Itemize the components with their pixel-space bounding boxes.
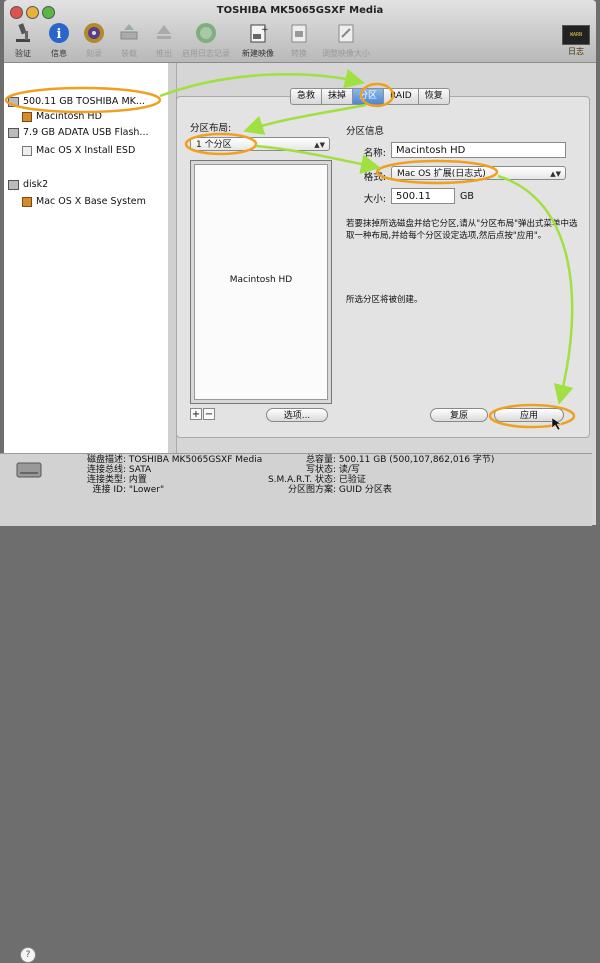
options-button[interactable]: 选项... — [266, 408, 328, 422]
sidebar-item-disk2[interactable]: disk2 — [8, 178, 48, 192]
sidebar-item-adata-usb[interactable]: 7.9 GB ADATA USB Flash... — [8, 126, 149, 140]
window-title: TOSHIBA MK5065GSXF Media — [216, 5, 384, 16]
toolbar-log[interactable]: WARN 9:20 日志 — [559, 22, 593, 60]
toolbar-eject[interactable]: 推出 — [147, 22, 181, 60]
sidebar-item-label: disk2 — [23, 179, 49, 190]
popup-arrows-icon: ▲▼ — [550, 170, 561, 178]
sidebar: 500.11 GB TOSHIBA MK... Macintosh HD 7.9… — [4, 63, 169, 453]
toolbar-label: 推出 — [156, 49, 172, 58]
toolbar-verify[interactable]: 验证 — [6, 22, 40, 60]
sidebar-item-label: 500.11 GB TOSHIBA MK... — [23, 96, 145, 107]
popup-arrows-icon: ▲▼ — [314, 141, 325, 149]
name-label: 名称: — [363, 148, 386, 159]
size-label: 大小: — [363, 194, 386, 205]
toolbar-label: 新建映像 — [242, 49, 274, 58]
info-row: 写状态: 读/写 — [305, 465, 360, 475]
new-image-icon: + — [250, 24, 269, 43]
tab-raid[interactable]: RAID — [384, 88, 419, 105]
remove-partition-button[interactable]: − — [203, 408, 215, 420]
sidebar-item-label: Macintosh HD — [36, 111, 102, 122]
journaling-icon — [196, 23, 216, 43]
format-label: 格式: — [363, 172, 386, 183]
log-icon: WARN 9:20 — [562, 25, 590, 56]
toolbar-mount[interactable]: 装载 — [112, 22, 146, 60]
volume-icon — [22, 196, 32, 207]
toolbar-info[interactable]: i 信息 — [42, 22, 76, 60]
toolbar-label: 日志 — [568, 47, 584, 56]
toolbar-label: 转换 — [291, 49, 307, 58]
layout-select-value: 1 个分区 — [196, 140, 232, 150]
info-right: 总容量: 500.11 GB (500,107,862,016 字节) 写状态:… — [258, 455, 494, 495]
info-row: S.M.A.R.T. 状态: 已验证 — [267, 475, 366, 485]
sidebar-item-base-system[interactable]: Mac OS X Base System — [22, 195, 146, 209]
add-partition-button[interactable]: + — [190, 408, 202, 420]
microscope-icon — [16, 23, 30, 42]
svg-text:i: i — [57, 27, 62, 42]
partition-layout-view: Macintosh HD — [190, 160, 332, 404]
toolbar-label: 调整映像大小 — [322, 49, 370, 58]
tab-restore[interactable]: 恢复 — [418, 88, 450, 105]
name-field[interactable]: Macintosh HD — [391, 142, 566, 158]
tab-first-aid[interactable]: 急救 — [290, 88, 323, 105]
toolbar-label: 验证 — [15, 49, 31, 58]
info-row: 连接总线: SATA — [86, 465, 152, 475]
toolbar-resize-image[interactable]: 调整映像大小 — [314, 22, 378, 60]
sidebar-item-install-esd[interactable]: Mac OS X Install ESD — [22, 144, 135, 158]
burn-disc-icon — [84, 23, 104, 43]
resize-image-icon — [338, 24, 354, 43]
format-select-value: Mac OS 扩展(日志式) — [397, 169, 486, 179]
tab-bar: 急救 抹掉 分区 RAID 恢复 — [290, 88, 450, 105]
layout-title: 分区布局: — [190, 123, 232, 134]
sidebar-item-label: 7.9 GB ADATA USB Flash... — [23, 127, 149, 138]
disk-icon — [8, 96, 19, 107]
info-row: 连接 ID: "Lower" — [92, 485, 165, 495]
sidebar-item-macintosh-hd[interactable]: Macintosh HD — [22, 110, 102, 124]
svg-text:+: + — [261, 25, 269, 35]
info-left: 磁盘描述: TOSHIBA MK5065GSXF Media 连接总线: SAT… — [60, 455, 262, 495]
toolbar-burn[interactable]: 刻录 — [77, 22, 111, 60]
toolbar: TOSHIBA MK5065GSXF Media 验证 i 信息 刻录 装载 推… — [4, 0, 596, 63]
format-select[interactable]: Mac OS 扩展(日志式) ▲▼ — [391, 166, 566, 180]
toolbar-new-image[interactable]: + 新建映像 — [236, 22, 280, 60]
info-row: 总容量: 500.11 GB (500,107,862,016 字节) — [305, 455, 495, 465]
partition-description: 若要抹掉所选磁盘并给它分区,请从"分区布局"弹出式菜单中选取一种布局,并给每个分… — [346, 219, 578, 241]
size-unit: GB — [460, 191, 474, 202]
sidebar-item-label: Mac OS X Install ESD — [36, 145, 136, 156]
convert-icon — [291, 24, 307, 43]
info-row: 分区图方案: GUID 分区表 — [287, 485, 392, 495]
info-icon: i — [49, 23, 69, 43]
disk-icon — [8, 179, 19, 190]
disk-icon — [8, 127, 19, 138]
apply-button[interactable]: 应用 — [494, 408, 564, 422]
toolbar-convert[interactable]: 转换 — [282, 22, 316, 60]
eject-icon — [157, 25, 171, 39]
hard-drive-icon — [16, 462, 42, 478]
toolbar-label: 装载 — [121, 49, 137, 58]
layout-select[interactable]: 1 个分区 ▲▼ — [190, 137, 330, 151]
tab-partition[interactable]: 分区 — [353, 88, 385, 105]
size-field[interactable]: 500.11 — [391, 188, 455, 204]
info-row: 连接类型: 内置 — [86, 475, 147, 485]
info-row: 磁盘描述: TOSHIBA MK5065GSXF Media — [86, 455, 263, 465]
tab-erase[interactable]: 抹掉 — [322, 88, 354, 105]
partition-status: 所选分区将被创建。 — [346, 295, 423, 305]
help-button[interactable]: ? — [20, 947, 36, 963]
toolbar-label: 刻录 — [86, 49, 102, 58]
toolbar-label: 信息 — [51, 49, 67, 58]
mount-icon — [120, 24, 138, 40]
sidebar-item-toshiba-disk[interactable]: 500.11 GB TOSHIBA MK... — [8, 95, 145, 109]
partition-block[interactable]: Macintosh HD — [194, 164, 328, 400]
sidebar-item-label: Mac OS X Base System — [36, 196, 146, 207]
toolbar-journaling[interactable]: 启用日志记录 — [180, 22, 232, 60]
partition-block-label: Macintosh HD — [229, 275, 293, 285]
volume-icon — [22, 145, 32, 156]
volume-icon — [22, 111, 32, 122]
partition-info-title: 分区信息 — [346, 126, 385, 137]
toolbar-label: 启用日志记录 — [182, 49, 230, 58]
revert-button[interactable]: 复原 — [430, 408, 488, 422]
